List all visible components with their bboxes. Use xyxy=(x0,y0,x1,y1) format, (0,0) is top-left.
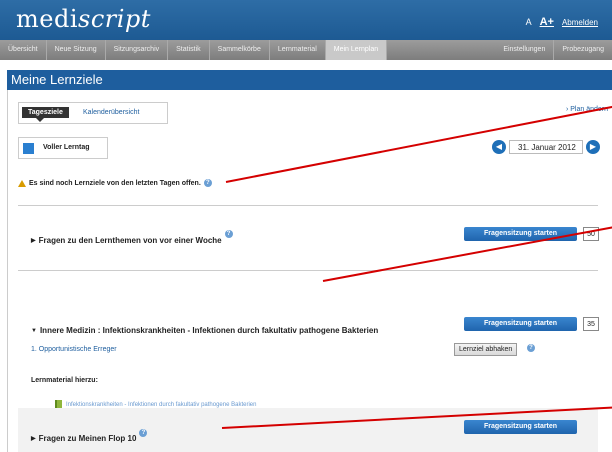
main-content: Tagesziele Kalenderübersicht › Plan ände… xyxy=(7,90,612,452)
collapse-arrow-icon: ▼ xyxy=(31,327,37,334)
tab-kalenderuebersicht[interactable]: Kalenderübersicht xyxy=(83,109,139,116)
nav-item-probezugang[interactable]: Probezugang xyxy=(554,40,612,60)
logo-text-italic: script xyxy=(78,5,151,33)
warning-icon xyxy=(18,179,26,187)
header-actions: A A+ Abmelden xyxy=(526,16,598,28)
divider xyxy=(18,270,598,271)
start-session-button-week[interactable]: Fragensitzung starten xyxy=(464,227,577,241)
expand-arrow-icon: ▶ xyxy=(31,436,36,442)
question-count-innere: 35 xyxy=(583,317,599,331)
section-flop-label: Fragen zu Meinen Flop 10 xyxy=(38,434,137,443)
section-innere-label: Innere Medizin : Infektionskrankheiten -… xyxy=(39,326,379,335)
nav-item-einstellungen[interactable]: Einstellungen xyxy=(495,40,555,60)
font-size-large-button[interactable]: A+ xyxy=(540,16,554,28)
lernziel-abhaken-button[interactable]: Lernziel abhaken xyxy=(454,343,518,356)
section-week-title[interactable]: ▶ Fragen zu den Lernthemen von vor einer… xyxy=(31,229,233,245)
open-goals-warning: Es sind noch Lernziele von den letzten T… xyxy=(18,179,212,187)
section-innere-title[interactable]: ▼ Innere Medizin : Infektionskrankheiten… xyxy=(31,326,378,335)
top-header: mediscript A A+ Abmelden xyxy=(0,0,612,40)
learning-goal-item[interactable]: 1. Opportunistische Erreger xyxy=(31,346,117,353)
lerntag-label: Voller Lerntag xyxy=(43,144,90,151)
nav-item-mein-lernplan[interactable]: Mein Lernplan xyxy=(325,40,388,60)
page-title: Meine Lernziele xyxy=(11,72,103,87)
help-icon[interactable]: ? xyxy=(139,428,148,437)
main-nav: Übersicht Neue Sitzung Sitzungsarchiv St… xyxy=(0,40,612,60)
nav-item-neue-sitzung[interactable]: Neue Sitzung xyxy=(47,40,106,60)
font-size-small-button[interactable]: A xyxy=(526,17,532,27)
help-icon[interactable]: ? xyxy=(527,344,535,352)
lernmaterial-label: Lernmaterial hierzu: xyxy=(31,377,98,384)
start-session-button-flop[interactable]: Fragensitzung starten xyxy=(464,420,577,434)
tab-tagesziele[interactable]: Tagesziele xyxy=(22,107,69,122)
help-icon[interactable]: ? xyxy=(203,179,212,187)
lerntag-selector[interactable]: Voller Lerntag xyxy=(18,137,108,159)
warning-text: Es sind noch Lernziele von den letzten T… xyxy=(29,179,201,187)
logo-text-regular: medi xyxy=(16,5,78,33)
view-tabs: Tagesziele Kalenderübersicht xyxy=(18,102,168,124)
logout-link[interactable]: Abmelden xyxy=(562,18,598,27)
nav-item-sitzungsarchiv[interactable]: Sitzungsarchiv xyxy=(106,40,169,60)
date-field[interactable]: 31. Januar 2012 xyxy=(509,140,583,154)
lernmaterial-link-text: Infektionskrankheiten - Infektionen durc… xyxy=(66,401,257,408)
lerntag-color-square xyxy=(23,143,34,154)
nav-item-lernmaterial[interactable]: Lernmaterial xyxy=(270,40,326,60)
nav-item-statistik[interactable]: Statistik xyxy=(168,40,210,60)
page-title-bar: Meine Lernziele xyxy=(7,70,612,90)
help-icon[interactable]: ? xyxy=(224,229,233,238)
nav-item-uebersicht[interactable]: Übersicht xyxy=(0,40,47,60)
section-week-label: Fragen zu den Lernthemen von vor einer W… xyxy=(38,236,222,245)
previous-day-button[interactable]: ◀ xyxy=(492,140,506,154)
date-picker: ◀ 31. Januar 2012 ▶ xyxy=(492,137,600,157)
divider xyxy=(18,205,598,206)
next-day-button[interactable]: ▶ xyxy=(586,140,600,154)
section-flop-title[interactable]: ▶ Fragen zu Meinen Flop 10 ? xyxy=(31,428,148,443)
start-session-button-innere[interactable]: Fragensitzung starten xyxy=(464,317,577,331)
nav-item-sammelkoerbe[interactable]: Sammelkörbe xyxy=(210,40,270,60)
expand-arrow-icon: ▶ xyxy=(31,238,36,244)
logo[interactable]: mediscript xyxy=(16,5,151,33)
